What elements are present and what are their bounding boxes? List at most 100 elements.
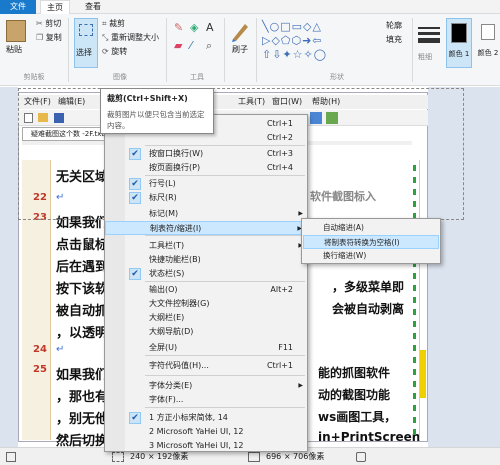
rotate-button[interactable]: ⟳ 旋转 xyxy=(102,46,127,57)
menu-item[interactable]: 标记(M) ▶ xyxy=(105,207,307,221)
submenu-item-tabs-to-spaces[interactable]: 将制表符转换为空格(I) xyxy=(303,235,439,249)
menu-item-label: 标尺(R) xyxy=(149,193,177,202)
size-icon[interactable] xyxy=(418,24,440,48)
color2-swatch xyxy=(481,24,495,40)
crop-button[interactable]: ⌗ 裁剪 xyxy=(102,18,125,29)
group-label-tools: 工具 xyxy=(190,73,204,81)
submenu-arrow-icon: ▶ xyxy=(298,382,303,389)
paste-icon[interactable] xyxy=(6,20,26,42)
menu-item[interactable]: 制表符/缩进(I) ▶ xyxy=(105,221,307,235)
menu-item[interactable]: ✔ 标尺(R) xyxy=(105,191,307,205)
check-icon: ✔ xyxy=(129,178,141,190)
copy-icon: ❐ xyxy=(36,33,44,42)
menu-item[interactable]: 快捷功能栏(B) xyxy=(105,253,307,267)
text-fragment: 动的截图功能 xyxy=(318,388,391,402)
menu-item[interactable]: 按页面换行(P) Ctrl+4 xyxy=(105,161,307,175)
eraser-icon[interactable]: ▰ xyxy=(174,40,182,51)
line-number: 25 xyxy=(33,364,47,375)
submenu-item-auto-indent[interactable]: 自动缩进(A) xyxy=(303,221,439,235)
submenu-item-wrap-indent[interactable]: 换行缩进(W) xyxy=(303,249,439,263)
menu-separator xyxy=(145,355,305,356)
tab-home[interactable]: 主页 xyxy=(40,0,70,15)
resize-icon: ⤡ xyxy=(102,33,109,42)
menu-item-shortcut: Ctrl+4 xyxy=(266,163,293,172)
view-context-menu: Ctrl+1 Ctrl+2 ✔ 按窗口换行(W) Ctrl+3 按页面换行(P) Ctrl+… xyxy=(104,114,308,452)
color1-label: 颜色 1 xyxy=(448,50,470,58)
tab-view[interactable]: 查看 xyxy=(78,0,108,14)
menu-item[interactable]: 输出(O) Alt+2 xyxy=(105,283,307,297)
magnifier-icon[interactable]: ⌕ xyxy=(206,40,212,51)
color1-swatch xyxy=(451,23,467,43)
menu-item-label: 标记(M) xyxy=(149,209,179,218)
menu-item-shortcut: Ctrl+3 xyxy=(266,149,293,158)
menu-item-shortcut: Alt+2 xyxy=(270,285,293,294)
pencil-icon[interactable]: ✎ xyxy=(174,22,183,33)
menu-item[interactable]: ✔ 行号(L) xyxy=(105,177,307,191)
menu-item-label: 3 Microsoft YaHei UI, 12 xyxy=(149,441,244,450)
brushes-button[interactable]: 刷子 xyxy=(232,44,248,55)
shapes-gallery[interactable]: ╲○□▭◇△ ▷◇⬠⬡➜⇦ ⇧⇩✦☆✧◯ xyxy=(262,20,382,64)
crop-icon: ⌗ xyxy=(102,19,107,28)
menu-item[interactable]: 3 Microsoft YaHei UI, 12 xyxy=(105,439,307,453)
text-fragment: ws画图工具， xyxy=(318,410,397,424)
color2-button[interactable]: 颜色 2 xyxy=(476,18,500,68)
select-label: 选择 xyxy=(76,48,92,57)
check-icon: ✔ xyxy=(129,192,141,204)
menu-item-label: 大文件控制器(G) xyxy=(149,299,210,308)
resize-label: 重新调整大小 xyxy=(110,33,159,42)
menu-separator xyxy=(145,281,305,282)
scissors-icon: ✂ xyxy=(36,19,43,28)
menu-item[interactable]: 大纲导航(D) xyxy=(105,325,307,339)
paste-button[interactable]: 粘贴 xyxy=(6,44,22,55)
text-icon[interactable]: A xyxy=(206,22,214,33)
menu-item-label: 1 方正小标宋简体, 14 xyxy=(149,413,228,422)
select-button[interactable]: 选择 xyxy=(74,18,98,68)
menu-item[interactable]: 字体(F)... xyxy=(105,393,307,407)
outline-button[interactable]: 轮廓 xyxy=(386,20,402,31)
ribbon: 粘贴 ✂ 剪切 ❐ 复制 剪贴板 选择 ⌗ 裁剪 ⤡ 重新调整大小 ⟳ 旋转 图… xyxy=(0,14,500,86)
resize-button[interactable]: ⤡ 重新调整大小 xyxy=(102,32,159,43)
menu-item-shortcut: F11 xyxy=(278,343,293,352)
menu-item[interactable]: 字符代码值(H)... Ctrl+1 xyxy=(105,359,307,373)
canvas-icon xyxy=(6,452,16,462)
color1-button[interactable]: 颜色 1 xyxy=(446,18,472,68)
size-button[interactable]: 粗细 xyxy=(418,52,432,63)
canvas-background xyxy=(0,87,18,447)
tab-file[interactable]: 文件 xyxy=(0,0,36,14)
menu-item[interactable]: 字体分类(E) ▶ xyxy=(105,379,307,393)
menu-item[interactable]: 大文件控制器(G) xyxy=(105,297,307,311)
menu-item-label: 字符代码值(H)... xyxy=(149,361,209,370)
group-divider xyxy=(166,18,167,82)
menu-item-shortcut: Ctrl+1 xyxy=(266,119,293,128)
menu-item[interactable]: 大纲栏(E) xyxy=(105,311,307,325)
tab-indent-submenu: 自动缩进(A) 将制表符转换为空格(I) 换行缩进(W) xyxy=(301,218,441,264)
menu-item[interactable]: ✔ 状态栏(S) xyxy=(105,267,307,281)
rotate-icon: ⟳ xyxy=(102,47,109,56)
brushes-icon[interactable] xyxy=(230,20,250,42)
fill-icon[interactable]: ◈ xyxy=(190,22,198,33)
check-icon: ✔ xyxy=(129,148,141,160)
color-picker-icon[interactable]: ⁄ xyxy=(190,40,192,51)
menu-item[interactable]: ✔ 1 方正小标宋简体, 14 xyxy=(105,411,307,425)
menu-item-label: 2 Microsoft YaHei UI, 12 xyxy=(149,427,244,436)
line-break-mark: ↵ xyxy=(56,344,65,355)
group-divider xyxy=(412,18,413,82)
menu-item[interactable]: 工具栏(T)▶ xyxy=(105,239,307,253)
crop-label: 裁剪 xyxy=(109,19,126,28)
menu-item-label: 按页面换行(P) xyxy=(149,163,201,172)
group-label-shapes: 形状 xyxy=(330,73,344,81)
menu-item-label: 大纲栏(E) xyxy=(149,313,185,322)
menu-item[interactable]: 2 Microsoft YaHei UI, 12 xyxy=(105,425,307,439)
check-icon: ✔ xyxy=(129,412,141,424)
copy-button[interactable]: ❐ 复制 xyxy=(36,32,62,43)
crop-tooltip: 裁剪(Ctrl+Shift+X) 裁剪图片以便只包含当前选定内容。 xyxy=(100,88,214,134)
menu-separator xyxy=(145,375,305,376)
cut-button[interactable]: ✂ 剪切 xyxy=(36,18,61,29)
group-divider xyxy=(224,18,225,82)
menu-item[interactable]: 全屏(U) F11 xyxy=(105,341,307,355)
menu-item[interactable]: ✔ 按窗口换行(W) Ctrl+3 xyxy=(105,147,307,161)
menu-item-label: 字体(F)... xyxy=(149,395,184,404)
menu-item-label: 行号(L) xyxy=(149,179,176,188)
fill-button[interactable]: 填充 xyxy=(386,34,402,45)
menu-item-label: 状态栏(S) xyxy=(149,269,185,278)
